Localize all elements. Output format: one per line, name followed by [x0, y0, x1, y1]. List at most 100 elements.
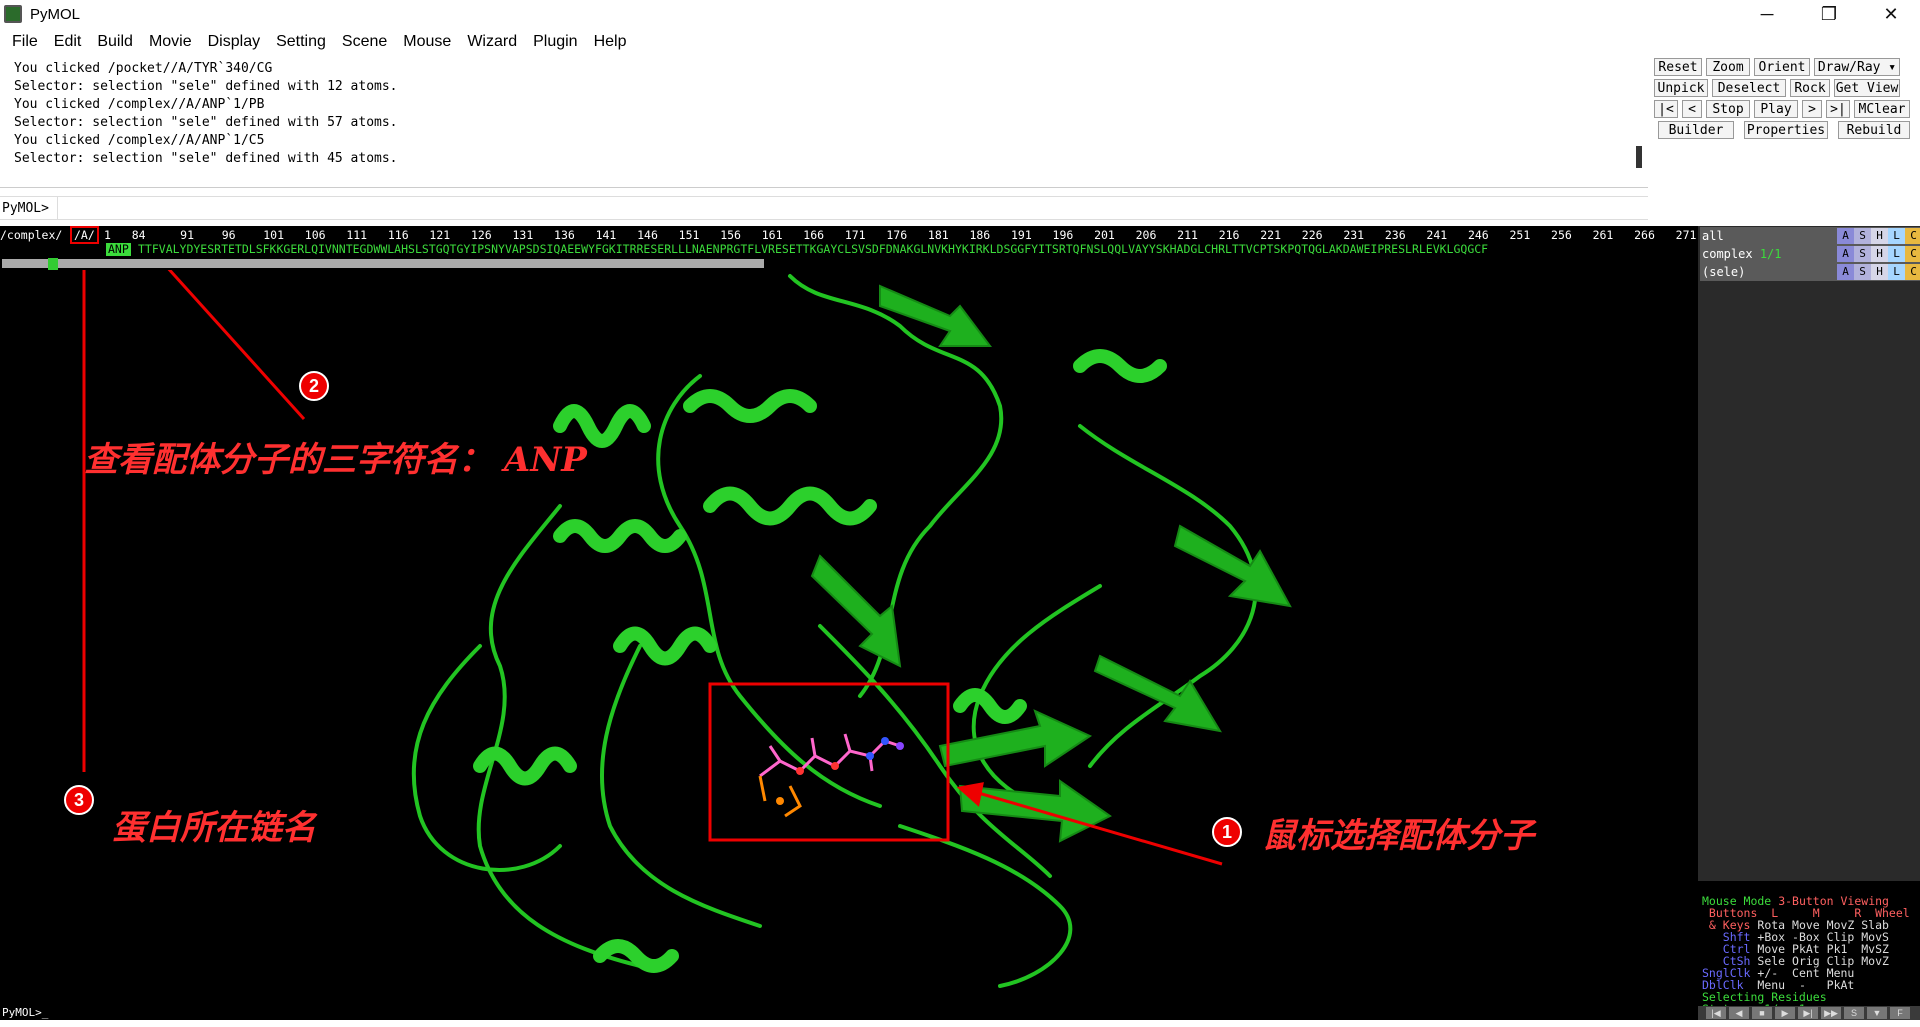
sequence-residues[interactable]: TTFVALYDYESRTETDLSFKKGERLQIVNNTEGDWWLAHS…	[138, 242, 1488, 256]
rock-button[interactable]: Rock	[1790, 79, 1830, 97]
movie-transport-bar: |◀ ◀ ■ ▶ ▶| ▶▶ S ▼ F	[1698, 1006, 1920, 1020]
action-button[interactable]: A	[1837, 228, 1854, 244]
movie-scene-button[interactable]: S	[1844, 1007, 1864, 1019]
sequence-viewer[interactable]: /complex/ /A/ 1 84 91 96 101 106 111 116…	[0, 226, 1698, 270]
movie-rewind-button[interactable]: |◀	[1706, 1007, 1726, 1019]
sequence-scroll-thumb[interactable]	[48, 258, 58, 270]
menu-display[interactable]: Display	[200, 28, 268, 56]
movie-back-button[interactable]: ◀	[1729, 1007, 1749, 1019]
menu-setting[interactable]: Setting	[268, 28, 334, 56]
hide-button[interactable]: H	[1871, 246, 1888, 262]
movie-fast-button[interactable]: ▶▶	[1821, 1007, 1841, 1019]
hide-button[interactable]: H	[1871, 264, 1888, 280]
label-button[interactable]: L	[1888, 264, 1905, 280]
sequence-chain-label[interactable]: /A/	[70, 226, 99, 244]
viewer-command-line[interactable]: PyMOL>_	[0, 1006, 1698, 1020]
protein-cartoon	[82, 226, 1292, 988]
menu-file[interactable]: File	[4, 28, 46, 56]
orient-button[interactable]: Orient	[1754, 58, 1810, 76]
back-button[interactable]: <	[1682, 100, 1702, 118]
command-input[interactable]	[56, 197, 1648, 219]
protein-sheets	[810, 284, 1292, 843]
menu-plugin[interactable]: Plugin	[525, 28, 585, 56]
viewer-3d[interactable]: /complex/ /A/ 1 84 91 96 101 106 111 116…	[0, 226, 1698, 1006]
minimize-button[interactable]: ─	[1738, 0, 1796, 28]
draw-ray-button[interactable]: Draw/Ray ▾	[1814, 58, 1900, 76]
command-prompt: PyMOL>	[2, 200, 49, 216]
movie-end-button[interactable]: ▶|	[1798, 1007, 1818, 1019]
menu-wizard[interactable]: Wizard	[459, 28, 525, 56]
action-button[interactable]: A	[1837, 264, 1854, 280]
object-row-sele[interactable]: (sele) A S H L C	[1700, 263, 1920, 281]
command-row: PyMOL>	[0, 196, 1648, 220]
annotation-number-2: 2	[299, 371, 329, 401]
color-button[interactable]: C	[1905, 228, 1920, 244]
menu-mouse[interactable]: Mouse	[395, 28, 459, 56]
mouse-mode-panel[interactable]: Mouse Mode 3-Button Viewing Buttons L M …	[1698, 881, 1920, 1015]
movie-stop-button[interactable]: ■	[1752, 1007, 1772, 1019]
fullscreen-button[interactable]: F	[1890, 1007, 1910, 1019]
action-button[interactable]: A	[1837, 246, 1854, 262]
color-button[interactable]: C	[1905, 246, 1920, 262]
rebuild-button[interactable]: Rebuild	[1838, 121, 1910, 139]
object-name: (sele)	[1702, 265, 1746, 279]
sequence-scrollbar[interactable]	[2, 259, 764, 268]
ligand-anp-sticks	[758, 733, 904, 818]
show-button[interactable]: S	[1854, 264, 1871, 280]
log-line: You clicked /pocket//A/TYR`340/CG	[14, 61, 273, 76]
object-state-count: 1/1	[1759, 247, 1782, 261]
log-line: Selector: selection "sele" defined with …	[14, 79, 398, 94]
movie-play-button[interactable]: ▶	[1775, 1007, 1795, 1019]
restore-button[interactable]: ❐	[1800, 0, 1858, 28]
label-button[interactable]: L	[1888, 228, 1905, 244]
log-line: Selector: selection "sele" defined with …	[14, 151, 398, 166]
object-name: all	[1702, 229, 1724, 243]
mclear-button[interactable]: MClear	[1854, 100, 1910, 118]
sequence-residue-numbers: 1 84 91 96 101 106 111 116 121 126 131 1…	[104, 228, 1698, 242]
output-log: You clicked /pocket//A/TYR`340/CG Selecto…	[0, 56, 1648, 188]
menu-edit[interactable]: Edit	[46, 28, 90, 56]
menu-help[interactable]: Help	[586, 28, 635, 56]
hide-button[interactable]: H	[1871, 228, 1888, 244]
close-button[interactable]: ✕	[1862, 0, 1920, 28]
unpick-button[interactable]: Unpick	[1654, 79, 1708, 97]
object-row-all[interactable]: all A S H L C	[1700, 227, 1920, 245]
get-view-button[interactable]: Get View	[1834, 79, 1900, 97]
object-name: complex	[1702, 247, 1753, 261]
window-title: PyMOL	[30, 5, 81, 23]
show-button[interactable]: S	[1854, 246, 1871, 262]
menu-scene[interactable]: Scene	[334, 28, 395, 56]
label-button[interactable]: L	[1888, 246, 1905, 262]
annotation-number-3: 3	[64, 785, 94, 815]
menu-build[interactable]: Build	[89, 28, 141, 56]
log-line: You clicked /complex//A/ANP`1/PB	[14, 97, 265, 112]
stop-button[interactable]: Stop	[1706, 100, 1750, 118]
log-line: You clicked /complex//A/ANP`1/C5	[14, 133, 265, 148]
reset-button[interactable]: Reset	[1654, 58, 1702, 76]
title-bar: PyMOL	[0, 0, 1920, 28]
show-button[interactable]: S	[1854, 228, 1871, 244]
forward-button[interactable]: >	[1802, 100, 1822, 118]
log-line: Selector: selection "sele" defined with …	[14, 115, 398, 130]
movie-menu-button[interactable]: ▼	[1867, 1007, 1887, 1019]
end-button[interactable]: >|	[1826, 100, 1850, 118]
builder-button[interactable]: Builder	[1658, 121, 1734, 139]
properties-button[interactable]: Properties	[1744, 121, 1828, 139]
menu-movie[interactable]: Movie	[141, 28, 200, 56]
sequence-object-path: /complex/	[0, 228, 63, 242]
play-button[interactable]: Play	[1754, 100, 1798, 118]
annotation-number-1: 1	[1212, 817, 1242, 847]
sequence-ligand-anp[interactable]: ANP	[106, 243, 131, 256]
rewind-button[interactable]: |<	[1654, 100, 1678, 118]
annotation-ligand-name: 查看配体分子的三字符名： ANP	[84, 440, 587, 480]
annotation-select-ligand: 鼠标选择配体分子	[1262, 816, 1534, 856]
menu-bar: File Edit Build Movie Display Setting Sc…	[0, 28, 1920, 56]
zoom-button[interactable]: Zoom	[1706, 58, 1750, 76]
protein-backbone	[411, 274, 1258, 988]
log-scrollbar[interactable]	[1636, 146, 1642, 168]
object-row-complex[interactable]: complex 1/1 A S H L C	[1700, 245, 1920, 263]
control-button-panel: Reset Zoom Orient Draw/Ray ▾ Unpick Dese…	[1654, 56, 1920, 188]
deselect-button[interactable]: Deselect	[1712, 79, 1786, 97]
color-button[interactable]: C	[1905, 264, 1920, 280]
object-list-panel: all A S H L C complex 1/1 A S H L C (sel…	[1698, 226, 1920, 881]
